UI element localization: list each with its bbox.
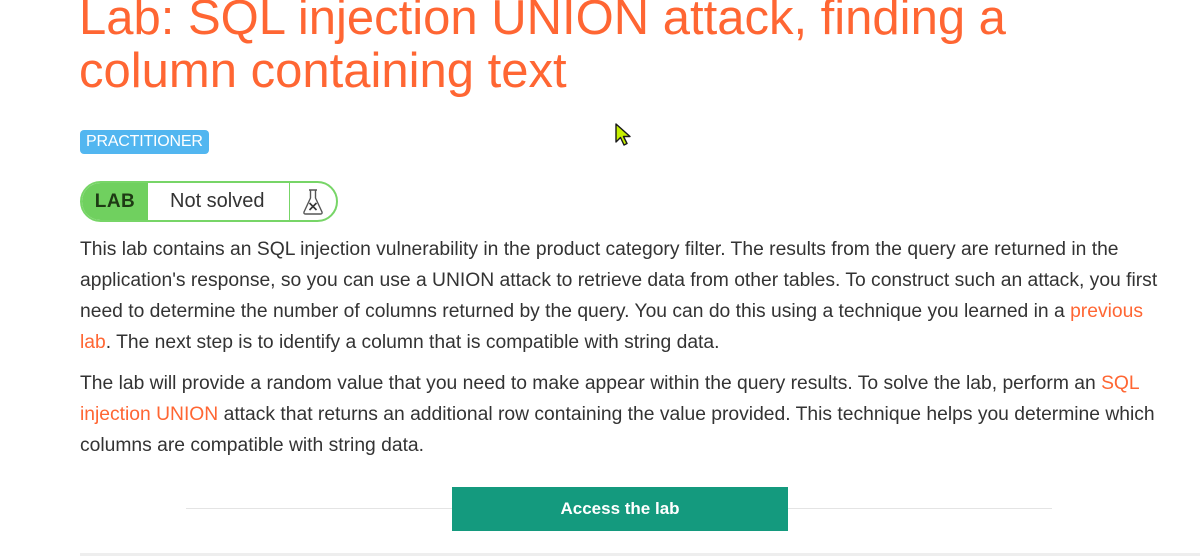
- access-lab-button[interactable]: Access the lab: [452, 487, 788, 531]
- page-title: Lab: SQL injection UNION attack, finding…: [79, 0, 1006, 98]
- lab-page: Lab: SQL injection UNION attack, finding…: [0, 0, 1200, 557]
- level-badge: PRACTITIONER: [80, 130, 209, 154]
- lab-tag: LAB: [82, 183, 148, 220]
- lab-status-text: Not solved: [148, 183, 290, 220]
- description-paragraph: This lab contains an SQL injection vulne…: [80, 239, 1158, 353]
- mouse-cursor-icon: [615, 123, 631, 146]
- flask-icon: [290, 183, 336, 220]
- description-paragraph: The lab will provide a random value that…: [80, 373, 1155, 456]
- lab-status-widget: LAB Not solved: [80, 181, 338, 222]
- section-divider: [80, 553, 1200, 556]
- lab-description: This lab contains an SQL injection vulne…: [80, 234, 1170, 471]
